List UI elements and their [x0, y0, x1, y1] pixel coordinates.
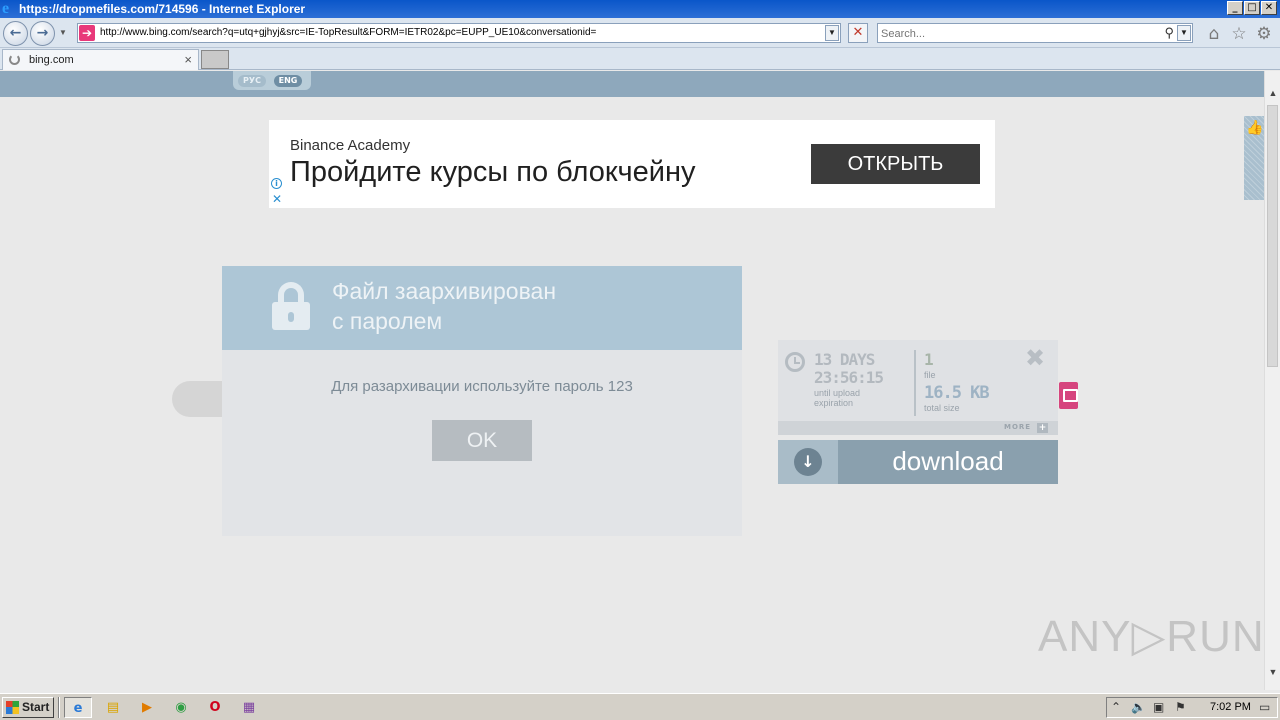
taskbar-winrar-icon[interactable]: ▦	[235, 697, 263, 718]
password-dialog: Файл заархивирован с паролем Для разархи…	[222, 266, 742, 536]
expiry-label-1: until upload	[814, 388, 861, 398]
tab-bing[interactable]: bing.com ×	[2, 49, 199, 70]
search-icon[interactable]: ⚲	[1164, 25, 1174, 41]
close-info-icon[interactable]: ✖	[1025, 344, 1045, 372]
lang-en-button[interactable]: ENG	[274, 75, 302, 87]
address-bar[interactable]: ➔ http://www.bing.com/search?q=utq+gjhyj…	[77, 23, 841, 43]
tab-close-icon[interactable]: ×	[184, 52, 192, 67]
back-button[interactable]: ←	[3, 21, 28, 46]
download-label: download	[892, 446, 1004, 476]
feedback-icon[interactable]	[1059, 382, 1078, 409]
scroll-thumb[interactable]	[1267, 105, 1278, 367]
window-title: https://dropmefiles.com/714596 - Interne…	[19, 2, 306, 16]
more-bar[interactable]: MORE +	[778, 421, 1058, 435]
lang-ru-button[interactable]: РУС	[238, 75, 266, 87]
stop-button[interactable]: ✕	[848, 23, 868, 43]
total-size-label: total size	[924, 403, 960, 413]
total-size: 16.5 KB	[924, 383, 990, 403]
ad-brand: Binance Academy	[290, 137, 411, 154]
file-count-label: file	[924, 370, 936, 380]
tab-label: bing.com	[29, 54, 74, 66]
back-arrow-icon: ←	[9, 25, 22, 41]
download-arrow-icon: ↓	[794, 448, 822, 476]
favorites-star-icon[interactable]: ☆	[1229, 24, 1249, 44]
ad-close-icon[interactable]: ✕	[272, 192, 282, 206]
more-label: MORE	[1004, 423, 1032, 431]
dialog-title-line2: с паролем	[332, 308, 443, 334]
watermark: ANY▷RUN	[1038, 612, 1264, 661]
show-desktop-icon[interactable]: ▭	[1259, 700, 1270, 714]
close-window-button[interactable]: ✕	[1261, 1, 1277, 15]
address-url[interactable]: http://www.bing.com/search?q=utq+gjhyj&s…	[100, 27, 596, 38]
ad-open-button[interactable]: ОТКРЫТЬ	[811, 144, 980, 184]
ad-banner[interactable]: Binance Academy Пройдите курсы по блокче…	[269, 120, 995, 208]
minimize-button[interactable]: _	[1227, 1, 1243, 15]
window-titlebar: e https://dropmefiles.com/714596 - Inter…	[0, 0, 1280, 18]
taskbar: Start e ▤ ▶ ◉ O ▦ ⌃ 🔈 ▣ ⚑ 7:02 PM ▭	[0, 693, 1280, 720]
dialog-title: Файл заархивирован с паролем	[332, 276, 556, 336]
tray-expand-icon[interactable]: ⌃	[1111, 700, 1121, 714]
maximize-button[interactable]: □	[1244, 1, 1260, 15]
ad-headline: Пройдите курсы по блокчейну	[290, 156, 696, 188]
expiry-label-2: expiration	[814, 398, 854, 408]
new-tab-button[interactable]	[201, 50, 229, 69]
taskbar-chrome-icon[interactable]: ◉	[167, 697, 195, 718]
stop-icon: ✕	[852, 25, 864, 40]
taskbar-opera-icon[interactable]: O	[201, 697, 229, 718]
loading-spinner-icon	[9, 54, 20, 65]
clock-icon	[785, 352, 805, 372]
like-side-button[interactable]: 👍	[1244, 116, 1264, 200]
dialog-message: Для разархивации используйте пароль 123	[331, 378, 633, 395]
history-dropdown-icon[interactable]: ▼	[59, 28, 67, 37]
scroll-down-icon[interactable]: ▼	[1265, 664, 1280, 680]
start-label: Start	[22, 700, 50, 714]
taskbar-ie-icon[interactable]: e	[64, 697, 92, 718]
windows-flag-icon	[6, 701, 19, 714]
search-box[interactable]: ⚲ ▼	[877, 23, 1193, 43]
info-divider	[914, 350, 916, 416]
search-dropdown-icon[interactable]: ▼	[1177, 25, 1191, 41]
file-info-panel: 13 DAYS 23:56:15 until upload expiration…	[778, 340, 1058, 435]
ad-info-icon[interactable]: i	[271, 178, 282, 189]
ie-logo-icon: e	[2, 0, 10, 17]
page-content: РУС ENG Binance Academy Пройдите курсы п…	[0, 71, 1264, 690]
dialog-title-line1: Файл заархивирован	[332, 278, 557, 304]
tools-gear-icon[interactable]: ⚙	[1254, 24, 1274, 44]
language-switcher: РУС ENG	[233, 71, 311, 90]
site-favicon-icon: ➔	[79, 25, 95, 41]
expiry-days: 13 DAYS	[814, 350, 875, 369]
network-icon[interactable]: ▣	[1153, 700, 1164, 714]
forward-button[interactable]: →	[30, 21, 55, 46]
scroll-up-icon[interactable]: ▲	[1265, 85, 1280, 101]
file-count: 1	[924, 350, 934, 369]
thumbs-up-icon: 👍	[1246, 120, 1264, 136]
ok-button[interactable]: OK	[432, 420, 532, 461]
forward-arrow-icon: →	[36, 25, 49, 41]
tab-row: bing.com ×	[0, 48, 1280, 70]
vertical-scrollbar[interactable]: ▲ ▼	[1264, 71, 1280, 690]
navigation-bar: ← → ▼ ➔ http://www.bing.com/search?q=utq…	[0, 18, 1280, 48]
taskbar-explorer-icon[interactable]: ▤	[99, 697, 127, 718]
site-header-strip	[0, 71, 1264, 97]
dialog-header: Файл заархивирован с паролем	[222, 266, 742, 350]
start-button[interactable]: Start	[2, 697, 54, 718]
download-button[interactable]: ↓ download	[778, 440, 1058, 484]
search-input[interactable]	[881, 26, 1151, 41]
more-plus-icon[interactable]: +	[1037, 423, 1048, 433]
address-dropdown-icon[interactable]: ▼	[825, 25, 839, 41]
tray-clock[interactable]: 7:02 PM	[1210, 701, 1251, 713]
expiry-time: 23:56:15	[814, 368, 884, 387]
system-tray: ⌃ 🔈 ▣ ⚑ 7:02 PM ▭	[1106, 697, 1278, 718]
taskbar-media-player-icon[interactable]: ▶	[133, 697, 161, 718]
home-icon[interactable]: ⌂	[1204, 24, 1224, 44]
lock-icon	[272, 282, 310, 330]
volume-icon[interactable]: 🔈	[1131, 700, 1146, 714]
flag-icon[interactable]: ⚑	[1175, 700, 1186, 714]
